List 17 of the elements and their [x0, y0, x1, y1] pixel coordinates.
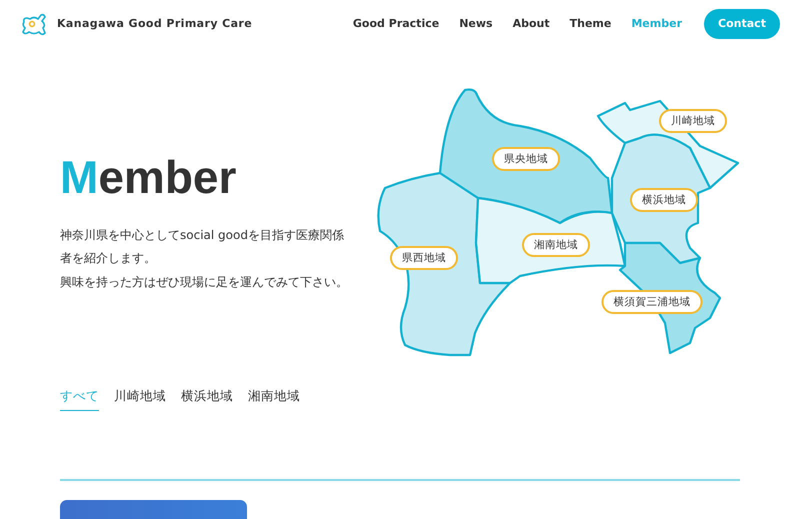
filter-tab[interactable]: 湘南地域	[248, 388, 300, 411]
region-label[interactable]: 湘南地域	[522, 232, 590, 257]
nav-link[interactable]: About	[512, 17, 550, 30]
filter-tab[interactable]: 川崎地域	[114, 388, 166, 411]
region-label[interactable]: 県央地域	[492, 146, 560, 171]
page-title: Member	[60, 150, 238, 205]
filter-tab[interactable]: 横浜地域	[181, 388, 233, 411]
nav-link[interactable]: Theme	[570, 17, 612, 30]
region-label[interactable]: 横須賀三浦地域	[602, 290, 702, 314]
nav-link[interactable]: Good Practice	[352, 17, 440, 30]
description-text: 神奈川県を中心としてsocial goodを目指す医療関係者を紹介します。	[60, 226, 345, 268]
nav-link[interactable]: News	[459, 17, 493, 30]
region-label[interactable]: 横浜地域	[630, 188, 698, 212]
region-label[interactable]: 川崎地域	[659, 108, 727, 133]
description-text: 興味を持った方はぜひ現場に足を運んでみて下さい。	[60, 274, 348, 291]
region-label[interactable]: 県西地域	[390, 246, 458, 270]
site-title[interactable]: Kanagawa Good Primary Care	[57, 17, 252, 30]
